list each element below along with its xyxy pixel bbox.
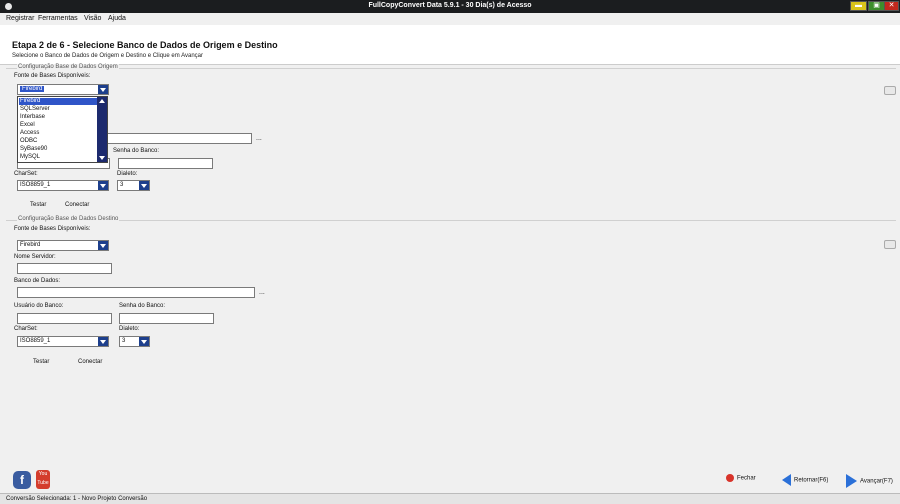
page-title: Etapa 2 de 6 - Selecione Banco de Dados … xyxy=(12,40,278,50)
destino-dialeto-select[interactable]: 3 xyxy=(119,336,150,347)
dropdown-option[interactable]: Access xyxy=(19,130,99,137)
retornar-button[interactable]: Retornar(F6) xyxy=(782,474,828,486)
destino-testar-button[interactable]: Testar xyxy=(33,359,49,365)
bottom-bar: f You Tube Fechar Retornar(F6) Avançar(F… xyxy=(0,465,900,493)
youtube-icon[interactable]: You Tube xyxy=(36,470,50,489)
menu-registrar[interactable]: Registrar xyxy=(6,15,34,22)
dropdown-option[interactable]: ODBC xyxy=(19,138,99,145)
origem-divider xyxy=(6,68,896,69)
chevron-up-icon[interactable] xyxy=(99,99,105,103)
arrow-left-icon xyxy=(782,474,791,486)
dropdown-option[interactable]: Firebird xyxy=(19,98,99,105)
chevron-down-icon[interactable] xyxy=(99,156,105,160)
destino-side-button[interactable] xyxy=(884,240,896,249)
origem-fonte-dropdown[interactable]: Firebird SQLServer Interbase Excel Acces… xyxy=(17,96,108,163)
arrow-right-icon xyxy=(846,474,857,488)
destino-conectar-button[interactable]: Conectar xyxy=(78,359,102,365)
chevron-down-icon[interactable] xyxy=(98,241,108,250)
destino-usuario-input[interactable] xyxy=(17,313,112,324)
dropdown-option[interactable]: SQLServer xyxy=(19,106,99,113)
wizard-header: Etapa 2 de 6 - Selecione Banco de Dados … xyxy=(0,25,900,65)
destino-charset-label: CharSet: xyxy=(14,326,38,332)
destino-dialeto-label: Dialeto: xyxy=(119,326,140,332)
close-window-button[interactable]: ✕ xyxy=(884,1,899,11)
dropdown-option[interactable]: Excel xyxy=(19,122,99,129)
origem-senha-label: Senha do Banco: xyxy=(113,148,160,154)
origem-charset-select[interactable]: ISO8859_1 xyxy=(17,180,109,191)
origem-legend: Configuração Base de Dados Origem xyxy=(17,64,119,70)
minimize-button[interactable]: ▬ xyxy=(850,1,867,11)
origem-senha-input[interactable] xyxy=(118,158,213,169)
destino-senha-label: Senha do Banco: xyxy=(119,303,166,309)
origem-browse-button[interactable]: ... xyxy=(256,135,262,142)
facebook-icon[interactable]: f xyxy=(13,471,31,489)
dropdown-option[interactable]: Interbase xyxy=(19,114,99,121)
destino-banco-label: Banco de Dados: xyxy=(14,278,61,284)
chevron-down-icon[interactable] xyxy=(139,337,149,346)
origem-dialeto-label: Dialeto: xyxy=(117,171,138,177)
menu-visao[interactable]: Visão xyxy=(84,15,101,22)
menu-ferramentas[interactable]: Ferramentas xyxy=(38,15,78,22)
destino-usuario-label: Usuário do Banco: xyxy=(14,303,64,309)
maximize-button[interactable]: ▣ xyxy=(868,1,885,11)
menu-bar: Registrar Ferramentas Visão Ajuda xyxy=(0,13,900,25)
destino-senha-input[interactable] xyxy=(119,313,214,324)
chevron-down-icon[interactable] xyxy=(98,85,108,94)
status-text: Conversão Selecionada: 1 - Novo Projeto … xyxy=(6,496,148,502)
origem-conectar-button[interactable]: Conectar xyxy=(65,202,89,208)
window-title: FullCopyConvert Data 5.9.1 - 30 Dia(s) d… xyxy=(368,2,532,9)
origem-testar-button[interactable]: Testar xyxy=(30,202,46,208)
page-subtitle: Selecione o Banco de Dados de Origem e D… xyxy=(12,53,204,59)
destino-charset-select[interactable]: ISO8859_1 xyxy=(17,336,109,347)
dropdown-option[interactable]: SyBase90 xyxy=(19,146,99,153)
status-bar: Conversão Selecionada: 1 - Novo Projeto … xyxy=(0,493,900,504)
fechar-button[interactable]: Fechar xyxy=(726,474,756,482)
origem-fonte-select[interactable]: Firebird xyxy=(17,84,109,95)
origem-side-button[interactable] xyxy=(884,86,896,95)
origem-fonte-label: Fonte de Bases Disponíveis: xyxy=(14,73,91,79)
menu-ajuda[interactable]: Ajuda xyxy=(108,15,126,22)
destino-legend: Configuração Base de Dados Destino xyxy=(17,216,120,222)
destino-divider xyxy=(6,220,896,221)
destino-fonte-select[interactable]: Firebird xyxy=(17,240,109,251)
chevron-down-icon[interactable] xyxy=(98,181,108,190)
dropdown-option[interactable]: MySQL xyxy=(19,154,99,161)
title-bar: FullCopyConvert Data 5.9.1 - 30 Dia(s) d… xyxy=(0,0,900,13)
destino-browse-button[interactable]: ... xyxy=(259,289,265,296)
origem-charset-label: CharSet: xyxy=(14,171,38,177)
origem-dialeto-select[interactable]: 3 xyxy=(117,180,150,191)
chevron-down-icon[interactable] xyxy=(98,337,108,346)
avancar-button[interactable]: Avançar(F7) xyxy=(846,474,893,488)
destino-banco-input[interactable] xyxy=(17,287,255,298)
destino-fonte-label: Fonte de Bases Disponíveis: xyxy=(14,226,91,232)
destino-servidor-label: Nome Servidor: xyxy=(14,254,56,260)
chevron-down-icon[interactable] xyxy=(139,181,149,190)
close-icon xyxy=(726,474,734,482)
destino-servidor-input[interactable] xyxy=(17,263,112,274)
dropdown-scrollbar[interactable] xyxy=(97,97,107,162)
